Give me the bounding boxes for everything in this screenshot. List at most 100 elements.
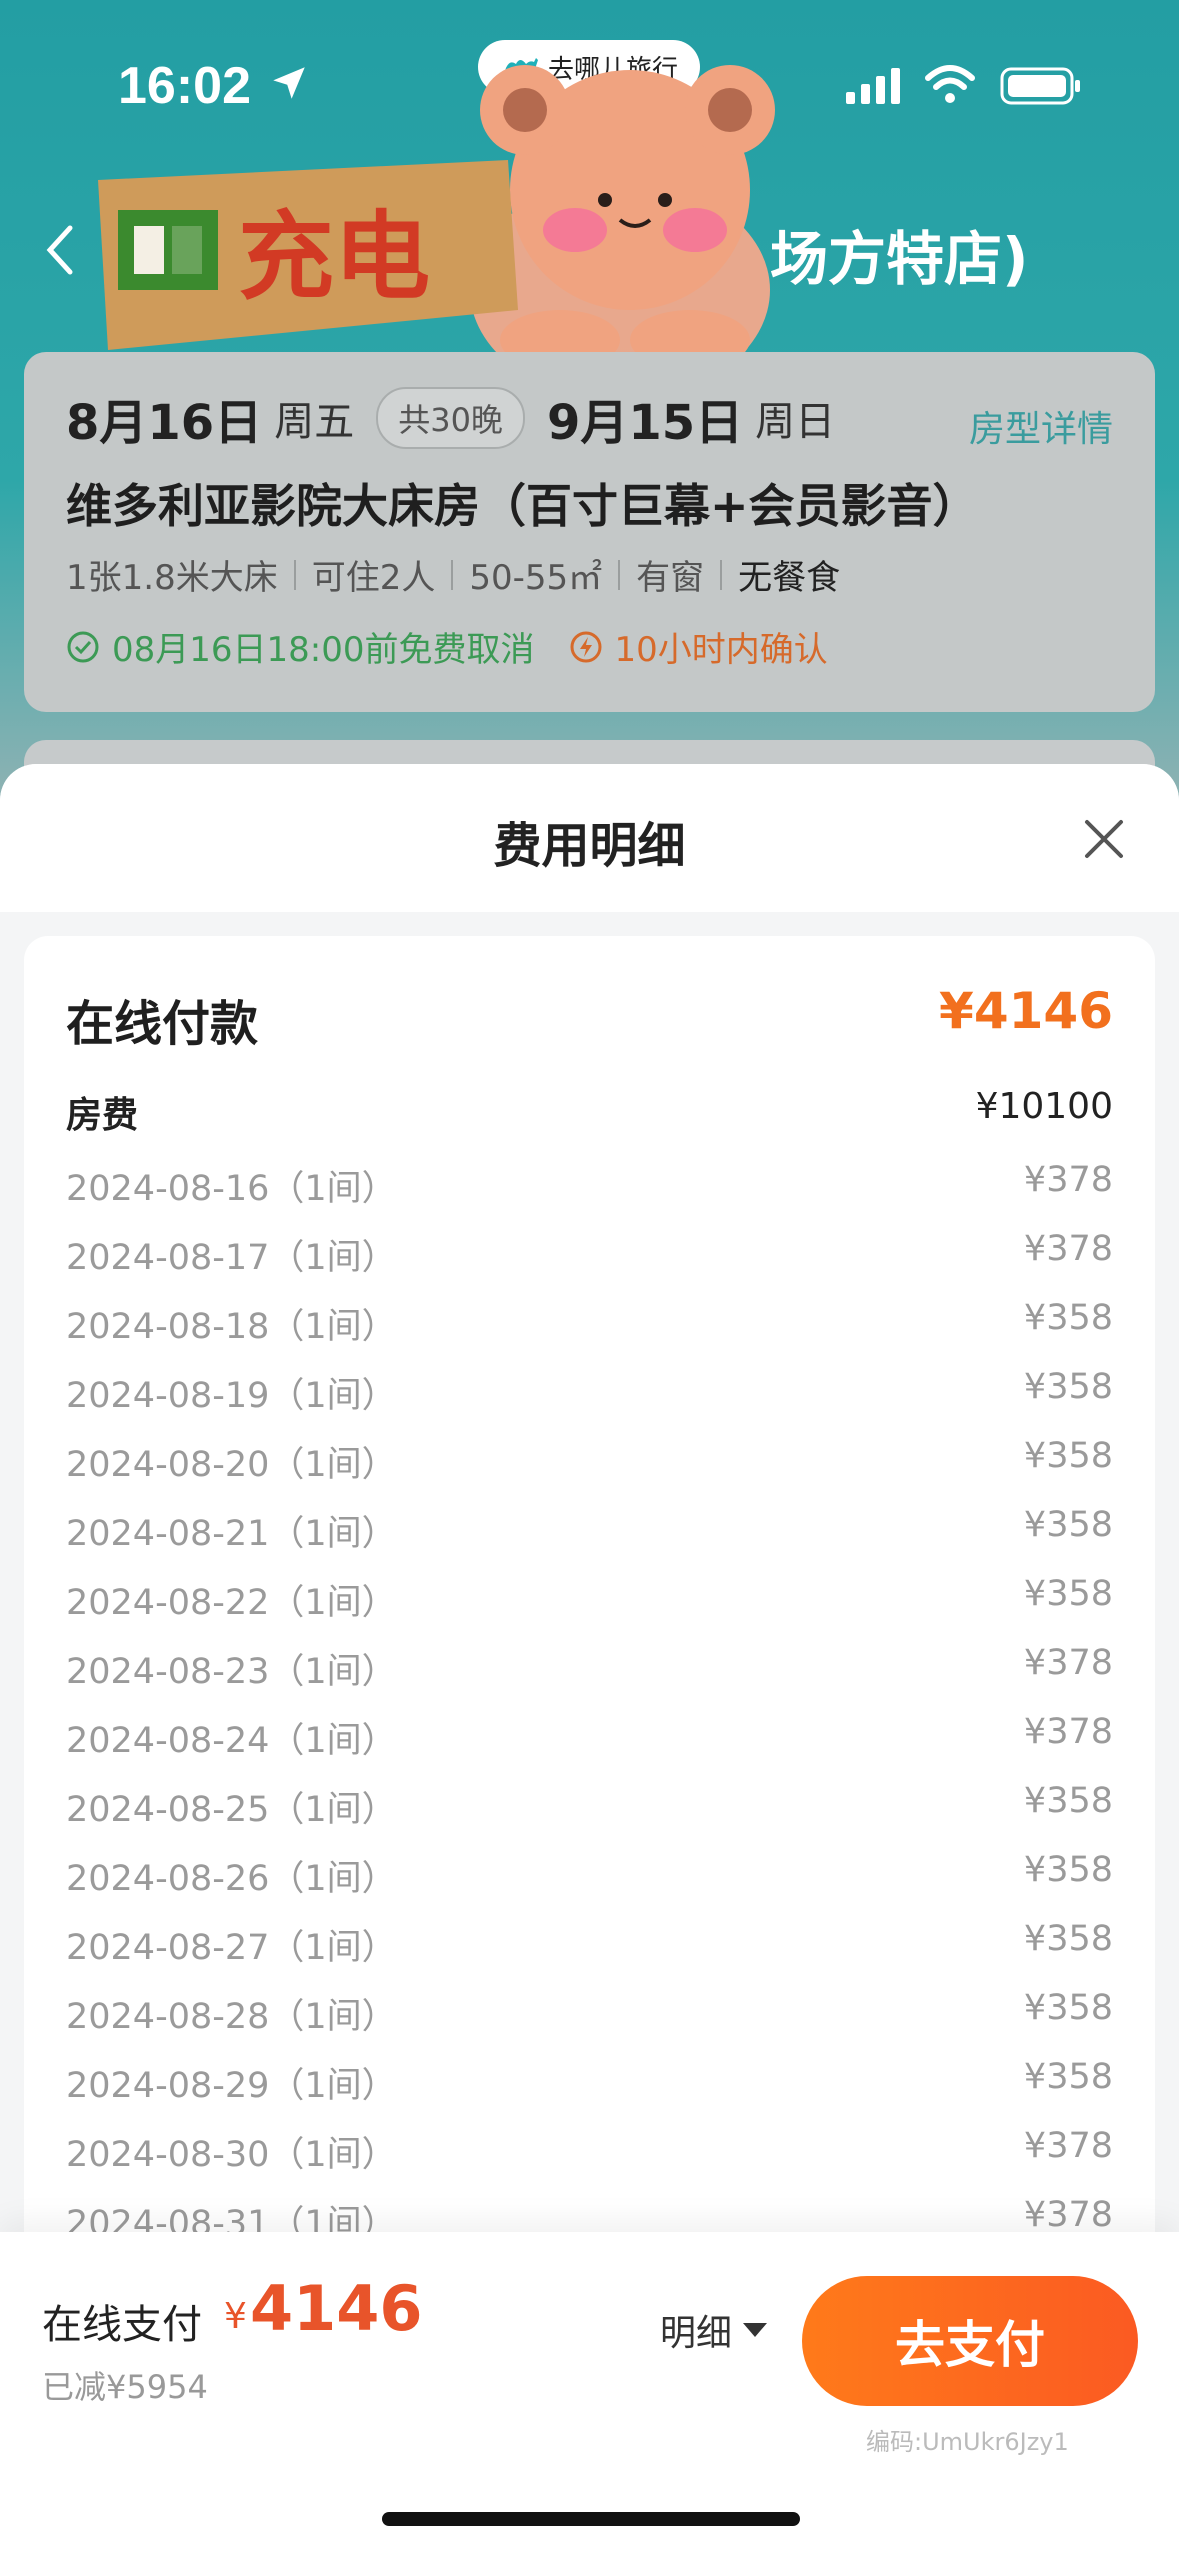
night-date: 2024-08-22（1间） bbox=[66, 1583, 397, 1623]
night-price: ¥378 bbox=[1023, 1643, 1113, 1683]
divider bbox=[720, 559, 723, 590]
status-time: 16:02 bbox=[118, 57, 251, 115]
divider bbox=[618, 559, 621, 590]
night-date: 2024-08-23（1间） bbox=[66, 1652, 397, 1692]
night-date: 2024-08-26（1间） bbox=[66, 1859, 397, 1899]
nightly-rate-row: 2024-08-19（1间） ¥358 bbox=[66, 1355, 1113, 1424]
night-date: 2024-08-28（1间） bbox=[66, 1997, 397, 2037]
night-price: ¥358 bbox=[1023, 1367, 1113, 1407]
night-price: ¥358 bbox=[1023, 2057, 1113, 2097]
cellular-signal-icon bbox=[846, 68, 900, 104]
night-date: 2024-08-27（1间） bbox=[66, 1928, 397, 1968]
room-detail-link[interactable]: 房型详情 bbox=[969, 400, 1113, 452]
home-indicator bbox=[382, 2512, 800, 2526]
free-cancel-policy: 08月16日18:00前免费取消 bbox=[66, 622, 535, 671]
night-price: ¥358 bbox=[1023, 1436, 1113, 1476]
checkin-date: 8月16日 bbox=[66, 395, 263, 451]
night-price: ¥358 bbox=[1023, 1850, 1113, 1890]
night-date: 2024-08-20（1间） bbox=[66, 1445, 397, 1485]
nightly-rate-list: 2024-08-16（1间） ¥378 2024-08-17（1间） ¥378 2024… bbox=[66, 1148, 1113, 2252]
room-fee-label: 房费 bbox=[66, 1095, 139, 1136]
detail-toggle-label: 明细 bbox=[660, 2313, 733, 2354]
sheet-header: 费用明细 bbox=[0, 764, 1179, 912]
checkin-weekday: 周五 bbox=[274, 399, 355, 445]
online-payment-row: 在线付款 ¥4146 bbox=[66, 978, 1113, 1052]
night-price: ¥378 bbox=[1023, 2126, 1113, 2166]
night-price: ¥358 bbox=[1023, 1919, 1113, 1959]
nightly-rate-row: 2024-08-29（1间） ¥358 bbox=[66, 2045, 1113, 2114]
pay-button[interactable]: 去支付 bbox=[802, 2276, 1138, 2406]
nightly-rate-row: 2024-08-23（1间） ¥378 bbox=[66, 1631, 1113, 1700]
night-price: ¥378 bbox=[1023, 2195, 1113, 2235]
night-price: ¥378 bbox=[1023, 1229, 1113, 1269]
sheet-title: 费用明细 bbox=[493, 818, 686, 874]
discount-text: 已减¥5954 bbox=[42, 2368, 208, 2406]
policy-row: 08月16日18:00前免费取消 10小时内确认 bbox=[66, 622, 828, 671]
nightly-rate-row: 2024-08-16（1间） ¥378 bbox=[66, 1148, 1113, 1217]
night-price: ¥358 bbox=[1023, 1781, 1113, 1821]
pay-currency: ¥ bbox=[224, 2296, 247, 2337]
free-cancel-text: 08月16日18:00前免费取消 bbox=[112, 630, 535, 670]
stay-dates: 8月16日 周五 共30晚 9月15日 周日 bbox=[66, 387, 836, 451]
payment-bar: 在线支付 ¥ 4146 已减¥5954 明细 去支付 编码:UmUkr6Jzy1 bbox=[0, 2232, 1179, 2556]
room-attr-meal: 无餐食 bbox=[738, 558, 841, 598]
confirm-policy: 10小时内确认 bbox=[569, 622, 828, 671]
header-background: 16:02 去哪儿旅行 场方特店) 充电 8月16日 周五 共30晚 9月15日… bbox=[0, 0, 1179, 820]
back-chevron-icon[interactable] bbox=[40, 220, 80, 280]
online-payment-amount: ¥4146 bbox=[939, 982, 1113, 1040]
nightly-rate-row: 2024-08-17（1间） ¥378 bbox=[66, 1217, 1113, 1286]
booking-summary-card: 8月16日 周五 共30晚 9月15日 周日 房型详情 维多利亚影院大床房（百寸… bbox=[24, 352, 1155, 712]
room-attr-bed: 1张1.8米大床 bbox=[66, 558, 278, 598]
nightly-rate-row: 2024-08-22（1间） ¥358 bbox=[66, 1562, 1113, 1631]
night-price: ¥378 bbox=[1023, 1712, 1113, 1752]
room-fee-amount: ¥10100 bbox=[975, 1086, 1113, 1127]
location-arrow-icon bbox=[273, 67, 305, 99]
nightly-rate-row: 2024-08-28（1间） ¥358 bbox=[66, 1976, 1113, 2045]
night-date: 2024-08-21（1间） bbox=[66, 1514, 397, 1554]
pay-label: 在线支付 bbox=[42, 2302, 202, 2348]
online-payment-label: 在线付款 bbox=[66, 996, 259, 1052]
checkout-weekday: 周日 bbox=[755, 399, 836, 445]
nightly-rate-row: 2024-08-24（1间） ¥378 bbox=[66, 1700, 1113, 1769]
wifi-icon bbox=[925, 65, 975, 103]
night-date: 2024-08-16（1间） bbox=[66, 1169, 397, 1209]
nightly-rate-row: 2024-08-21（1间） ¥358 bbox=[66, 1493, 1113, 1562]
room-attr-window: 有窗 bbox=[636, 558, 705, 598]
nightly-rate-row: 2024-08-26（1间） ¥358 bbox=[66, 1838, 1113, 1907]
divider bbox=[451, 559, 454, 590]
divider bbox=[293, 559, 296, 590]
checkout-date: 9月15日 bbox=[546, 395, 744, 451]
room-attr-capacity: 可住2人 bbox=[311, 558, 436, 598]
night-price: ¥358 bbox=[1023, 1988, 1113, 2028]
nightly-rate-row: 2024-08-18（1间） ¥358 bbox=[66, 1286, 1113, 1355]
nightly-rate-row: 2024-08-25（1间） ¥358 bbox=[66, 1769, 1113, 1838]
nights-badge: 共30晚 bbox=[376, 387, 525, 449]
fee-card: 在线付款 ¥4146 房费 ¥10100 2024-08-16（1间） ¥378 2… bbox=[24, 936, 1155, 2396]
room-attr-area: 50-55㎡ bbox=[469, 558, 603, 598]
check-circle-icon bbox=[67, 631, 99, 662]
room-attributes: 1张1.8米大床 可住2人 50-55㎡ 有窗 无餐食 bbox=[66, 550, 840, 599]
nightly-rate-row: 2024-08-30（1间） ¥378 bbox=[66, 2114, 1113, 2183]
room-title: 维多利亚影院大床房（百寸巨幕+会员影音） bbox=[66, 479, 979, 533]
nightly-rate-row: 2024-08-27（1间） ¥358 bbox=[66, 1907, 1113, 1976]
detail-toggle[interactable]: 明细 bbox=[660, 2304, 770, 2356]
order-code: 编码:UmUkr6Jzy1 bbox=[866, 2428, 1069, 2456]
lightning-circle-icon bbox=[570, 631, 602, 662]
night-date: 2024-08-19（1间） bbox=[66, 1376, 397, 1416]
sticker-text: 充电 bbox=[238, 201, 430, 313]
battery-icon bbox=[1000, 67, 1080, 105]
night-price: ¥358 bbox=[1023, 1298, 1113, 1338]
night-date: 2024-08-18（1间） bbox=[66, 1307, 397, 1347]
close-icon[interactable] bbox=[1081, 816, 1127, 862]
caret-down-icon bbox=[743, 2323, 768, 2337]
night-date: 2024-08-30（1间） bbox=[66, 2135, 397, 2175]
night-price: ¥358 bbox=[1023, 1505, 1113, 1545]
room-fee-row: 房费 ¥10100 bbox=[66, 1080, 1113, 1136]
night-date: 2024-08-24（1间） bbox=[66, 1721, 397, 1761]
nightly-rate-row: 2024-08-20（1间） ¥358 bbox=[66, 1424, 1113, 1493]
night-date: 2024-08-25（1间） bbox=[66, 1790, 397, 1830]
night-price: ¥378 bbox=[1023, 1160, 1113, 1200]
night-date: 2024-08-29（1间） bbox=[66, 2066, 397, 2106]
charging-sticker-icon: 充电 bbox=[98, 160, 518, 350]
night-date: 2024-08-17（1间） bbox=[66, 1238, 397, 1278]
